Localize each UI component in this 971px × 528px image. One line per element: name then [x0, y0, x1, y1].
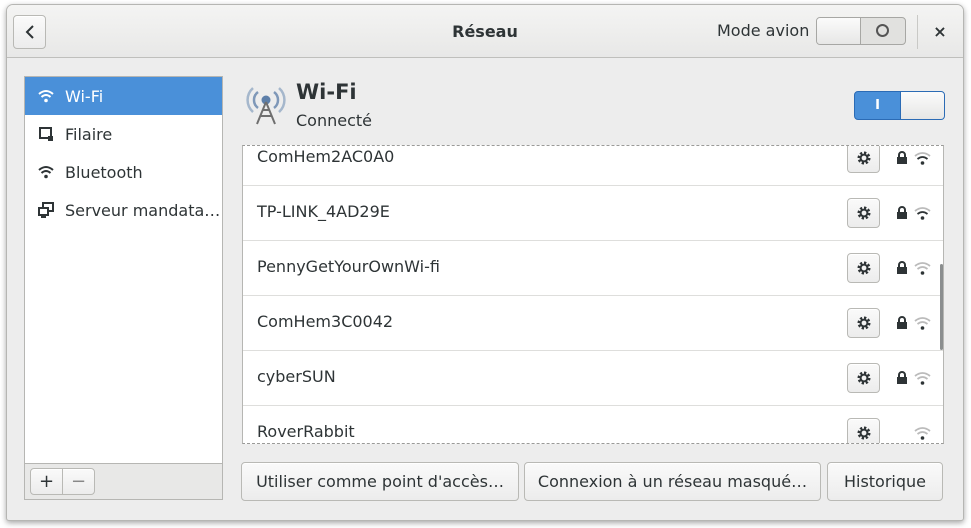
- network-name: cyberSUN: [257, 367, 336, 386]
- wifi-icon: [38, 88, 54, 104]
- chevron-left-icon: [25, 25, 34, 39]
- header-bar: Réseau Mode avion ×: [7, 5, 963, 58]
- wifi-signal-icon: [914, 207, 931, 220]
- network-row[interactable]: ComHem2AC0A0: [243, 146, 943, 186]
- gear-icon: [857, 316, 870, 330]
- sidebar-item-label: Serveur mandata…: [65, 200, 221, 220]
- hotspot-button[interactable]: Utiliser comme point d'accès…: [241, 462, 519, 501]
- network-settings-button[interactable]: [847, 253, 880, 283]
- wifi-title: Wi-Fi: [296, 80, 357, 104]
- network-list-scrollbar[interactable]: [940, 264, 943, 350]
- airplane-mode-label: Mode avion: [717, 21, 810, 40]
- gear-icon: [857, 206, 870, 220]
- network-row[interactable]: cyberSUN: [243, 351, 943, 406]
- wired-network-icon: [38, 126, 54, 142]
- wifi-icon: [38, 164, 54, 180]
- sidebar-toolbar: + −: [24, 464, 223, 500]
- network-settings-button[interactable]: [847, 363, 880, 393]
- sidebar-item-label: Filaire: [65, 124, 113, 144]
- gear-icon: [857, 426, 870, 440]
- network-name: ComHem3C0042: [257, 312, 394, 331]
- sidebar-item-wifi[interactable]: Wi-Fi: [25, 77, 222, 115]
- network-list: ComHem2AC0A0 TP-LINK_4AD29E PennyGetYour…: [242, 145, 944, 444]
- switch-off-icon: [876, 24, 889, 37]
- proxy-network-icon: [38, 202, 54, 218]
- network-name: TP-LINK_4AD29E: [257, 202, 390, 221]
- wifi-status: Connecté: [296, 111, 372, 130]
- sidebar-item-label: Wi-Fi: [65, 86, 104, 106]
- lock-icon: [897, 151, 907, 164]
- wifi-signal-icon: [914, 317, 931, 330]
- lock-icon: [897, 371, 907, 384]
- lock-icon: [897, 261, 907, 274]
- sidebar-item-proxy[interactable]: Serveur mandata…: [25, 191, 222, 229]
- sidebar-item-bluetooth[interactable]: Bluetooth: [25, 153, 222, 191]
- network-row[interactable]: RoverRabbit: [243, 406, 943, 443]
- network-name: RoverRabbit: [257, 422, 355, 441]
- switch-knob: [900, 92, 944, 119]
- sidebar-item-label: Bluetooth: [65, 162, 143, 182]
- gear-icon: [857, 151, 870, 165]
- lock-icon: [897, 206, 907, 219]
- network-row[interactable]: TP-LINK_4AD29E: [243, 186, 943, 241]
- sidebar: Wi-Fi Filaire Bluetooth Serveur mandata…: [24, 76, 223, 464]
- wifi-switch[interactable]: I: [854, 91, 945, 120]
- add-connection-button[interactable]: +: [30, 468, 63, 495]
- remove-connection-button[interactable]: −: [62, 468, 95, 495]
- switch-knob: [817, 18, 861, 44]
- wifi-signal-icon: [914, 427, 931, 440]
- wifi-signal-icon: [914, 372, 931, 385]
- network-settings-button[interactable]: [847, 418, 880, 443]
- switch-on-label: I: [875, 98, 880, 113]
- wifi-signal-icon: [914, 152, 931, 165]
- gear-icon: [857, 371, 870, 385]
- network-row[interactable]: PennyGetYourOwnWi-fi: [243, 241, 943, 296]
- connect-hidden-network-button[interactable]: Connexion à un réseau masqué…: [524, 462, 821, 501]
- back-button[interactable]: [13, 15, 46, 49]
- network-settings-button[interactable]: [847, 308, 880, 338]
- wifi-signal-icon: [914, 262, 931, 275]
- wifi-antenna-icon: [246, 87, 286, 125]
- network-row[interactable]: ComHem3C0042: [243, 296, 943, 351]
- network-settings-button[interactable]: [847, 198, 880, 228]
- airplane-mode-switch[interactable]: [816, 17, 906, 45]
- gear-icon: [857, 261, 870, 275]
- sidebar-item-wired[interactable]: Filaire: [25, 115, 222, 153]
- network-settings-button[interactable]: [847, 146, 880, 173]
- network-settings-window: Réseau Mode avion × Wi-Fi Filaire Blueto…: [6, 4, 964, 521]
- network-name: ComHem2AC0A0: [257, 147, 395, 166]
- lock-icon: [897, 316, 907, 329]
- history-button[interactable]: Historique: [827, 462, 943, 501]
- network-name: PennyGetYourOwnWi-fi: [257, 257, 440, 276]
- header-separator: [917, 15, 918, 49]
- close-button[interactable]: ×: [925, 17, 955, 45]
